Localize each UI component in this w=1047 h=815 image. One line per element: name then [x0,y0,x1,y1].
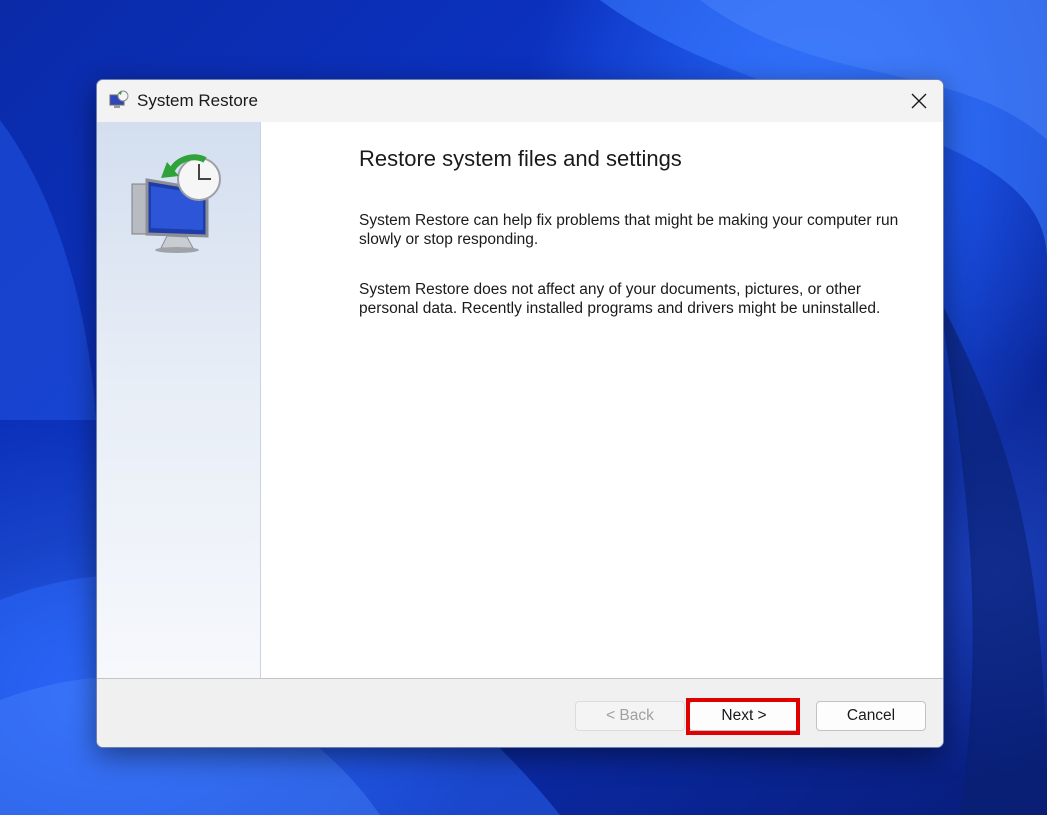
wizard-sidebar [97,122,261,678]
cancel-button[interactable]: Cancel [816,701,926,731]
system-restore-dialog: System Restore Restore system files and … [96,79,944,748]
wizard-content: Restore system files and settings System… [261,122,943,678]
title-bar[interactable]: System Restore [97,80,943,122]
close-button[interactable] [895,80,943,122]
next-button-highlight [686,698,800,735]
wizard-footer: < Back Next > Cancel [97,678,943,747]
description-paragraph-2: System Restore does not affect any of yo… [359,281,881,317]
system-restore-monitor-icon [131,154,221,253]
system-restore-icon [108,89,130,111]
close-icon [911,93,927,109]
dialog-title: System Restore [137,91,258,110]
description-paragraph-1: System Restore can help fix problems tha… [359,212,899,248]
back-button[interactable]: < Back [575,701,685,731]
page-title: Restore system files and settings [359,146,682,171]
